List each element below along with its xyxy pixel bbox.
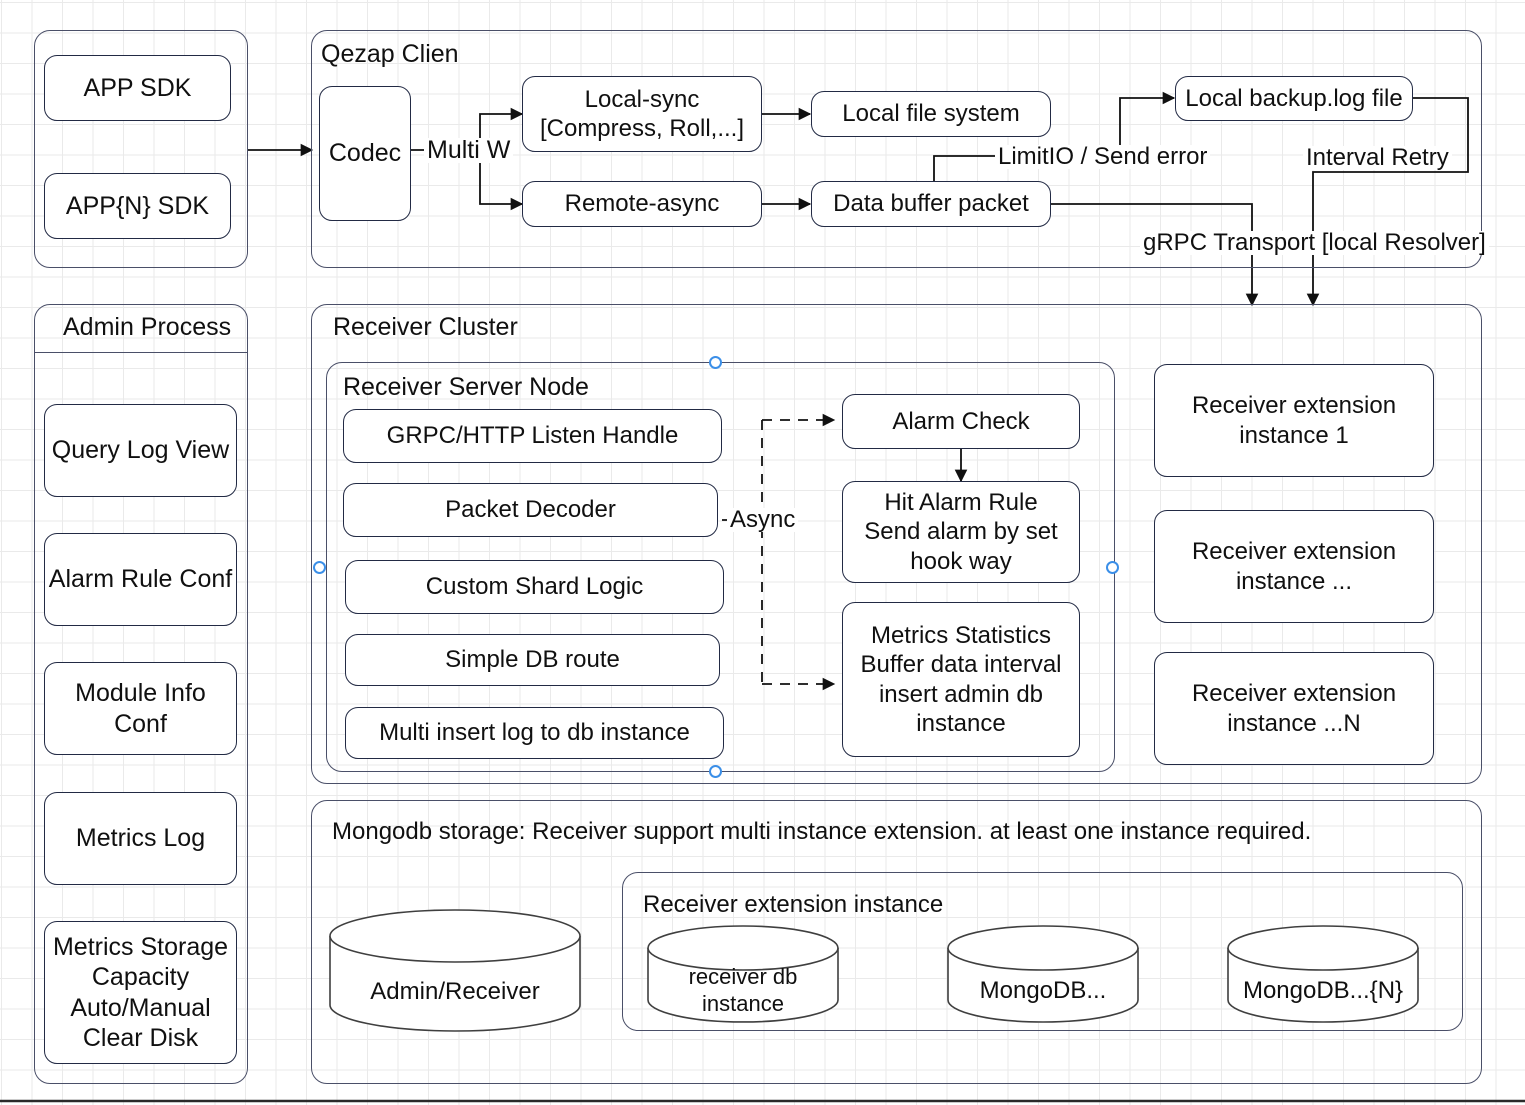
db-receiver-db-instance[interactable]: receiver db instance <box>648 926 838 1022</box>
db-mongodb[interactable]: MongoDB... <box>948 926 1138 1022</box>
node-receiver-extension-instance-n[interactable]: Receiver extension instance ...N <box>1154 652 1434 765</box>
db-admin-receiver[interactable]: Admin/Receiver <box>330 910 580 1031</box>
receiver-extension-instance-group-title: Receiver extension instance <box>643 891 944 918</box>
label-grpc-transport: gRPC Transport [local Resolver] <box>1140 231 1489 255</box>
admin-process-title: Admin Process <box>63 313 232 341</box>
node-data-buffer-packet[interactable]: Data buffer packet <box>811 181 1051 227</box>
db-mongodb-n[interactable]: MongoDB...{N} <box>1228 926 1418 1022</box>
node-app-n-sdk[interactable]: APP{N} SDK <box>44 173 231 239</box>
label-async: Async <box>727 508 799 532</box>
node-hit-alarm-rule[interactable]: Hit Alarm Rule Send alarm by set hook wa… <box>842 481 1080 583</box>
server-node-item-multi-insert-log[interactable]: Multi insert log to db instance <box>345 707 724 759</box>
mongodb-storage-title: Mongodb storage: Receiver support multi … <box>332 818 1312 845</box>
receiver-cluster-title: Receiver Cluster <box>333 313 518 341</box>
admin-item-query-log-view[interactable]: Query Log View <box>44 404 237 497</box>
server-node-item-grpc-http-listen-handle[interactable]: GRPC/HTTP Listen Handle <box>343 409 722 463</box>
admin-item-module-info-conf[interactable]: Module Info Conf <box>44 662 237 755</box>
db-mongodb-n-label: MongoDB...{N} <box>1242 977 1404 1004</box>
admin-process-header-divider <box>34 352 248 353</box>
architecture-diagram-canvas: APP SDK APP{N} SDK Admin Process Query L… <box>0 0 1525 1105</box>
label-multi-w: Multi W <box>424 138 514 163</box>
server-node-item-simple-db-route[interactable]: Simple DB route <box>345 634 720 686</box>
node-receiver-extension-instance-1[interactable]: Receiver extension instance 1 <box>1154 364 1434 477</box>
node-codec[interactable]: Codec <box>319 86 411 221</box>
admin-item-alarm-rule-conf[interactable]: Alarm Rule Conf <box>44 533 237 626</box>
admin-item-metrics-storage-capacity[interactable]: Metrics Storage Capacity Auto/Manual Cle… <box>44 921 237 1064</box>
node-alarm-check[interactable]: Alarm Check <box>842 394 1080 449</box>
selection-handle-left[interactable] <box>313 561 326 574</box>
node-remote-async[interactable]: Remote-async <box>522 181 762 227</box>
selection-handle-bottom[interactable] <box>709 765 722 778</box>
admin-item-metrics-log[interactable]: Metrics Log <box>44 792 237 885</box>
db-admin-receiver-label: Admin/Receiver <box>370 978 540 1005</box>
db-receiver-db-instance-label: receiver db instance <box>688 964 798 1016</box>
node-local-sync[interactable]: Local-sync [Compress, Roll,...] <box>522 76 762 152</box>
node-receiver-extension-instance-mid[interactable]: Receiver extension instance ... <box>1154 510 1434 623</box>
server-node-item-packet-decoder[interactable]: Packet Decoder <box>343 483 718 537</box>
qezap-client-title: Qezap Clien <box>321 40 459 68</box>
receiver-server-node-title: Receiver Server Node <box>343 373 589 401</box>
selection-handle-top[interactable] <box>709 356 722 369</box>
server-node-item-custom-shard-logic[interactable]: Custom Shard Logic <box>345 560 724 614</box>
label-limitio-send-error: LimitIO / Send error <box>995 145 1211 169</box>
node-local-file-system[interactable]: Local file system <box>811 91 1051 137</box>
selection-handle-right[interactable] <box>1106 561 1119 574</box>
node-app-sdk[interactable]: APP SDK <box>44 55 231 121</box>
db-mongodb-label: MongoDB... <box>979 977 1107 1004</box>
node-metrics-statistics[interactable]: Metrics Statistics Buffer data interval … <box>842 602 1080 757</box>
node-local-backup-log-file[interactable]: Local backup.log file <box>1175 76 1413 121</box>
label-interval-retry: Interval Retry <box>1303 146 1452 170</box>
